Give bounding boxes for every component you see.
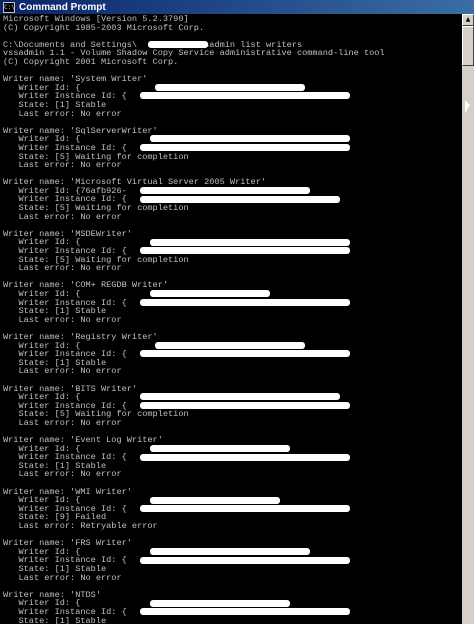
console-line: Last error: Retryable error bbox=[3, 521, 158, 532]
console-lines: Microsoft Windows [Version 5.2.3790] (C) … bbox=[3, 15, 385, 624]
console-line: Last error: No error bbox=[3, 108, 122, 119]
cmd-icon[interactable]: C:\ bbox=[3, 1, 15, 13]
console-line: Last error: No error bbox=[3, 314, 122, 325]
console-line: (C) Copyright 2001 Microsoft Corp. bbox=[3, 56, 179, 67]
redaction-mark bbox=[140, 92, 350, 100]
redaction-mark bbox=[150, 599, 290, 607]
mouse-cursor-icon bbox=[465, 100, 470, 113]
console-line: Last error: No error bbox=[3, 263, 122, 274]
console-line: Last error: No error bbox=[3, 469, 122, 480]
console-output[interactable]: Microsoft Windows [Version 5.2.3790] (C) … bbox=[0, 14, 462, 624]
redaction-mark bbox=[150, 238, 350, 246]
redaction-mark bbox=[140, 247, 350, 255]
console-line: Last error: No error bbox=[3, 366, 122, 377]
redaction-mark bbox=[148, 40, 208, 48]
redaction-mark bbox=[150, 135, 350, 143]
console-line: Last error: No error bbox=[3, 160, 122, 171]
redaction-mark bbox=[140, 402, 350, 409]
redaction-mark bbox=[150, 496, 280, 504]
scroll-thumb[interactable] bbox=[462, 26, 474, 66]
redaction-mark bbox=[150, 290, 270, 298]
redaction-mark bbox=[150, 445, 290, 452]
redaction-mark bbox=[155, 341, 305, 349]
redaction-mark bbox=[155, 83, 305, 91]
console-line: Last error: No error bbox=[3, 572, 122, 583]
redaction-mark bbox=[140, 505, 350, 513]
arrow-up-icon[interactable]: ▲ bbox=[462, 14, 474, 26]
console-line: State: [1] Stable bbox=[3, 615, 107, 624]
console-line: (C) Copyright 1985-2003 Microsoft Corp. bbox=[3, 22, 205, 33]
redaction-mark bbox=[140, 187, 310, 194]
command-prompt-window: C:\ Command Prompt Microsoft Windows [Ve… bbox=[0, 0, 474, 624]
console-line: Last error: No error bbox=[3, 211, 122, 222]
redaction-mark bbox=[150, 548, 310, 556]
redaction-mark bbox=[140, 608, 350, 616]
redaction-mark bbox=[140, 393, 340, 401]
redaction-mark bbox=[140, 453, 350, 461]
window-title: Command Prompt bbox=[19, 1, 106, 13]
redaction-mark bbox=[140, 195, 340, 203]
title-bar[interactable]: C:\ Command Prompt bbox=[0, 0, 474, 14]
redaction-mark bbox=[140, 298, 350, 306]
redaction-mark bbox=[140, 556, 350, 564]
console-line: Last error: No error bbox=[3, 417, 122, 428]
redaction-mark bbox=[140, 350, 350, 358]
redaction-mark bbox=[140, 144, 350, 151]
